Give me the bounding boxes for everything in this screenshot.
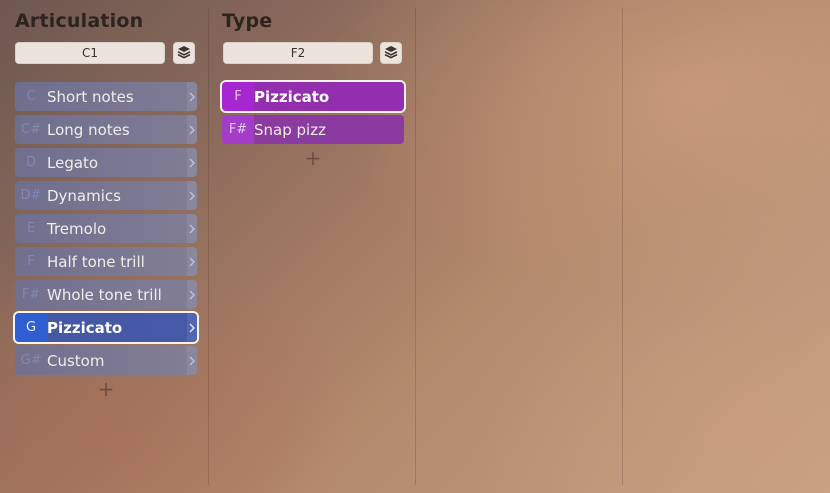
- chevron-right-icon[interactable]: [187, 214, 197, 243]
- articulation-label: Long notes: [47, 120, 130, 139]
- articulation-item-custom[interactable]: G# Custom: [15, 346, 197, 375]
- type-label: Snap pizz: [254, 120, 326, 139]
- keyswitch-label: C#: [21, 122, 41, 137]
- type-item-snap-pizz[interactable]: F# Snap pizz: [222, 115, 404, 144]
- type-layers-button[interactable]: [380, 42, 402, 64]
- chevron-right-icon[interactable]: [187, 247, 197, 276]
- articulation-label: Dynamics: [47, 186, 121, 205]
- articulation-item-tremolo[interactable]: E Tremolo: [15, 214, 197, 243]
- type-list: F Pizzicato F# Snap pizz +: [222, 82, 404, 168]
- chevron-right-icon[interactable]: [187, 280, 197, 309]
- layers-icon: [384, 44, 398, 63]
- articulation-key-field[interactable]: C1: [15, 42, 165, 64]
- keyswitch-label: D: [25, 155, 36, 170]
- chevron-right-icon[interactable]: [187, 82, 197, 111]
- keyswitch-label: E: [26, 221, 36, 236]
- chevron-right-icon[interactable]: [187, 181, 197, 210]
- chevron-right-icon[interactable]: [187, 115, 197, 144]
- add-articulation-button[interactable]: +: [15, 379, 197, 399]
- articulation-item-long-notes[interactable]: C# Long notes: [15, 115, 197, 144]
- articulation-label: Whole tone trill: [47, 285, 162, 304]
- articulation-label: Legato: [47, 153, 99, 172]
- articulation-item-whole-tone-trill[interactable]: F# Whole tone trill: [15, 280, 197, 309]
- keyswitch-label: F#: [228, 122, 248, 137]
- chevron-right-icon[interactable]: [187, 148, 197, 177]
- articulation-layers-button[interactable]: [173, 42, 195, 64]
- type-item-pizzicato[interactable]: F Pizzicato: [222, 82, 404, 111]
- keyswitch-label: G#: [20, 353, 42, 368]
- chevron-right-icon[interactable]: [187, 346, 197, 375]
- type-key-field[interactable]: F2: [223, 42, 373, 64]
- add-type-button[interactable]: +: [222, 148, 404, 168]
- articulation-list: C Short notes C# Long notes D Legato D# …: [15, 82, 197, 399]
- keyswitch-label: G: [25, 320, 37, 335]
- articulation-label: Short notes: [47, 87, 134, 106]
- keyswitch-label: F: [27, 254, 35, 269]
- articulation-item-half-tone-trill[interactable]: F Half tone trill: [15, 247, 197, 276]
- articulation-item-dynamics[interactable]: D# Dynamics: [15, 181, 197, 210]
- articulation-label: Half tone trill: [47, 252, 145, 271]
- plus-icon: +: [304, 146, 322, 170]
- articulation-item-short-notes[interactable]: C Short notes: [15, 82, 197, 111]
- articulation-label: Pizzicato: [47, 318, 123, 337]
- articulation-label: Tremolo: [47, 219, 107, 238]
- column-divider: [415, 8, 416, 485]
- keyswitch-label: C: [26, 89, 36, 104]
- plus-icon: +: [97, 377, 115, 401]
- articulation-item-pizzicato[interactable]: G Pizzicato: [15, 313, 197, 342]
- articulation-label: Custom: [47, 351, 105, 370]
- keyswitch-label: F#: [21, 287, 41, 302]
- column-divider: [208, 8, 209, 485]
- keyswitch-label: D#: [20, 188, 42, 203]
- chevron-right-icon[interactable]: [187, 313, 197, 342]
- articulation-item-legato[interactable]: D Legato: [15, 148, 197, 177]
- articulation-title: Articulation: [15, 10, 144, 32]
- column-divider: [622, 8, 623, 485]
- type-label: Pizzicato: [254, 87, 330, 106]
- keyswitch-label: F: [234, 89, 242, 104]
- layers-icon: [177, 44, 191, 63]
- type-title: Type: [222, 10, 273, 32]
